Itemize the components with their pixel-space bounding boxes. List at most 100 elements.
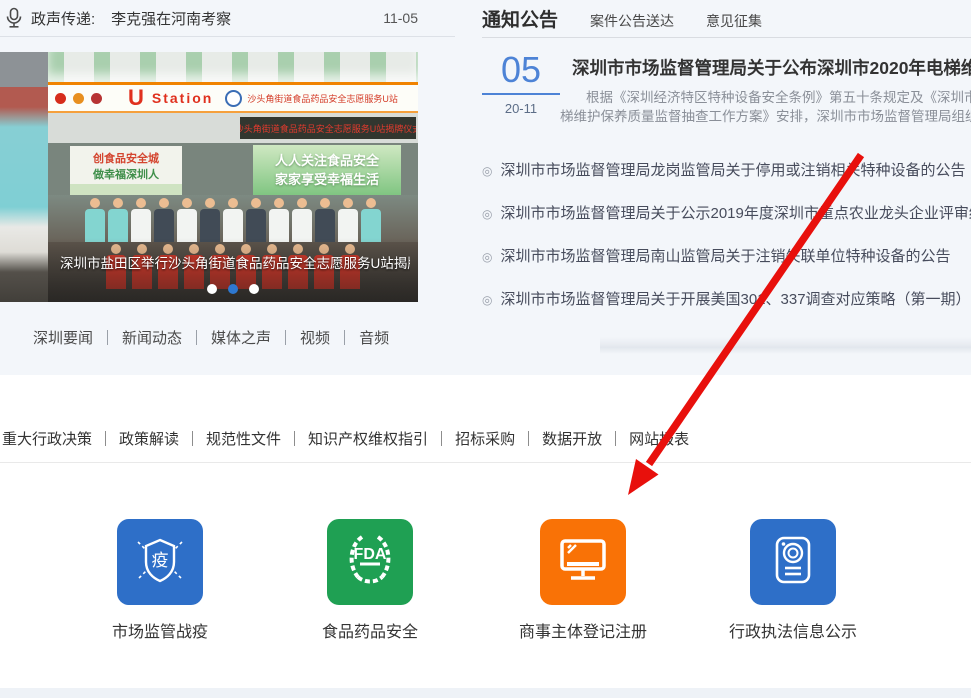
featured-date-underline — [482, 93, 560, 95]
link-separator — [528, 431, 529, 446]
service-label-registration[interactable]: 商事主体登记注册 — [473, 618, 693, 642]
microphone-icon — [5, 7, 23, 29]
service-label-food-drug[interactable]: 食品药品安全 — [260, 618, 480, 642]
notice-list-item[interactable]: ◎ 深圳市市场监督管理局关于开展美国301、337调查对应策略（第一期）专项培训 — [482, 290, 971, 333]
service-market-supervision-epidemic[interactable]: 疫 — [117, 519, 203, 605]
photo-wall: 沙头角街道食品药品安全志愿服务U站揭牌仪式 — [48, 113, 418, 143]
notice-link[interactable]: 深圳市市场监督管理局龙岗监管局关于停用或注销相关特种设备的公告 — [500, 161, 965, 180]
link-policy-interpretation[interactable]: 政策解读 — [119, 428, 179, 449]
signboard-subtitle: 沙头角街道食品药品安全志愿服务U站 — [247, 92, 398, 105]
badge-icon — [225, 90, 242, 107]
fda-wreath-icon: FDA — [342, 531, 398, 594]
notice-list: ◎ 深圳市市场监督管理局龙岗监管局关于停用或注销相关特种设备的公告 ◎ 深圳市市… — [482, 161, 971, 333]
ustation-text: Station — [152, 90, 213, 106]
news-tab-bar: 深圳要闻 新闻动态 媒体之声 视频 音频 — [33, 327, 389, 348]
service-label-epidemic[interactable]: 市场监管战疫 — [50, 618, 270, 642]
link-site-reports[interactable]: 网站报表 — [629, 428, 689, 449]
tab-news-updates[interactable]: 新闻动态 — [122, 327, 182, 348]
carousel-dots — [48, 284, 418, 294]
news-carousel[interactable]: U Station 沙头角街道食品药品安全志愿服务U站 沙头角街道食品药品安全志… — [0, 52, 418, 302]
bullet-icon: ◎ — [482, 290, 492, 310]
featured-notice-excerpt: 根据《深圳经济特区特种设备安全条例》第五十条规定及《深圳市市场监 梯维护保养质量… — [560, 88, 971, 126]
bullet-icon: ◎ — [482, 161, 492, 181]
excerpt-line2: 梯维护保养质量监督抽查工作方案》安排，深圳市市场监督管理局组织开展了 — [560, 107, 971, 126]
emblem-dot — [55, 93, 66, 104]
bullet-icon: ◎ — [482, 204, 492, 224]
link-open-data[interactable]: 数据开放 — [542, 428, 602, 449]
news-ticker: 政声传递: 李克强在河南考察 11-05 — [0, 0, 455, 37]
section-divider — [0, 462, 971, 463]
poster-right: 人人关注食品安全 家家享受幸福生活 — [253, 145, 401, 197]
tab-shenzhen-news[interactable]: 深圳要闻 — [33, 327, 93, 348]
poster-left-line2: 做幸福深圳人 — [70, 166, 182, 182]
notice-section-title: 通知公告 — [482, 5, 558, 32]
carousel-dot[interactable] — [207, 284, 217, 294]
notice-link[interactable]: 深圳市市场监督管理局关于公示2019年度深圳市重点农业龙头企业评审结果的公 — [500, 204, 971, 223]
link-separator — [105, 431, 106, 446]
ticker-headline-link[interactable]: 李克强在河南考察 — [111, 8, 231, 29]
link-major-decisions[interactable]: 重大行政决策 — [2, 428, 92, 449]
photo-storefront: 创食品安全城 做幸福深圳人 人人关注食品安全 家家享受幸福生活 — [48, 143, 418, 198]
notice-link[interactable]: 深圳市市场监督管理局关于开展美国301、337调查对应策略（第一期）专项培训 — [500, 290, 971, 309]
tab-case-announcements[interactable]: 案件公告送达 — [590, 11, 674, 31]
photo-signboard: U Station 沙头角街道食品药品安全志愿服务U站 — [48, 82, 418, 113]
link-separator — [192, 431, 193, 446]
featured-notice-date: 05 20-11 — [482, 50, 560, 116]
tab-separator — [344, 330, 345, 345]
led-banner: 沙头角街道食品药品安全志愿服务U站揭牌仪式 — [240, 117, 416, 139]
link-separator — [294, 431, 295, 446]
excerpt-line1: 根据《深圳经济特区特种设备安全条例》第五十条规定及《深圳市市场监 — [560, 88, 971, 107]
led-banner-text: 沙头角街道食品药品安全志愿服务U站揭牌仪式 — [240, 122, 416, 135]
ticker-date: 11-05 — [383, 10, 418, 26]
poster-left: 创食品安全城 做幸福深圳人 — [70, 146, 182, 196]
notice-list-item[interactable]: ◎ 深圳市市场监督管理局关于公示2019年度深圳市重点农业龙头企业评审结果的公 — [482, 204, 971, 247]
notice-link[interactable]: 深圳市市场监督管理局南山监管局关于注销失联单位特种设备的公告 — [500, 247, 950, 266]
featured-notice-day: 05 — [482, 50, 560, 90]
svg-text:FDA: FDA — [354, 546, 387, 563]
photo-building-top — [48, 52, 418, 82]
page: 政声传递: 李克强在河南考察 11-05 U Station 沙头角街道食品药品… — [0, 0, 971, 698]
service-business-registration[interactable] — [540, 519, 626, 605]
tab-opinion-solicitation[interactable]: 意见征集 — [706, 11, 762, 31]
ticker-label: 政声传递: — [31, 8, 95, 29]
service-food-drug-safety[interactable]: FDA — [327, 519, 413, 605]
notice-header: 通知公告 案件公告送达 意见征集 — [482, 5, 762, 32]
featured-notice-yearmonth: 20-11 — [482, 101, 560, 116]
carousel-dot[interactable] — [249, 284, 259, 294]
tab-separator — [196, 330, 197, 345]
emblem-dot — [91, 93, 102, 104]
service-law-enforcement-publicity[interactable] — [750, 519, 836, 605]
notice-header-divider — [482, 37, 971, 38]
policy-link-bar: 重大行政决策 政策解读 规范性文件 知识产权维权指引 招标采购 数据开放 网站报… — [2, 428, 689, 449]
tab-media-voice[interactable]: 媒体之声 — [211, 327, 271, 348]
featured-notice-title[interactable]: 深圳市市场监督管理局关于公布深圳市2020年电梯维护保养 — [572, 55, 971, 80]
link-separator — [441, 431, 442, 446]
notice-list-item[interactable]: ◎ 深圳市市场监督管理局南山监管局关于注销失联单位特种设备的公告 — [482, 247, 971, 290]
service-label-enforcement[interactable]: 行政执法信息公示 — [683, 618, 903, 642]
link-normative-documents[interactable]: 规范性文件 — [206, 428, 281, 449]
emblem-dot — [73, 93, 84, 104]
recorder-icon — [772, 534, 814, 591]
notice-list-item[interactable]: ◎ 深圳市市场监督管理局龙岗监管局关于停用或注销相关特种设备的公告 — [482, 161, 971, 204]
link-bidding-procurement[interactable]: 招标采购 — [455, 428, 515, 449]
carousel-caption[interactable]: 深圳市盐田区举行沙头角街道食品药品安全志愿服务U站揭牌仪式 — [60, 252, 410, 272]
bullet-icon: ◎ — [482, 247, 492, 267]
monitor-icon — [557, 537, 609, 588]
tab-separator — [107, 330, 108, 345]
link-ip-rights-guide[interactable]: 知识产权维权指引 — [308, 428, 428, 449]
svg-text:疫: 疫 — [152, 551, 169, 570]
tab-video[interactable]: 视频 — [300, 327, 330, 348]
poster-right-line2: 家家享受幸福生活 — [253, 170, 401, 189]
carousel-dot-active[interactable] — [228, 284, 238, 294]
shield-epidemic-icon: 疫 — [134, 532, 186, 593]
tab-separator — [285, 330, 286, 345]
bridge-watermark — [600, 337, 971, 354]
link-separator — [615, 431, 616, 446]
tab-audio[interactable]: 音频 — [359, 327, 389, 348]
bottom-strip — [0, 688, 971, 698]
poster-right-line1: 人人关注食品安全 — [253, 151, 401, 170]
ustation-u-logo: U — [128, 88, 144, 108]
top-section: 政声传递: 李克强在河南考察 11-05 U Station 沙头角街道食品药品… — [0, 0, 971, 375]
carousel-previous-slide-edge — [0, 52, 48, 302]
carousel-current-slide[interactable]: U Station 沙头角街道食品药品安全志愿服务U站 沙头角街道食品药品安全志… — [48, 52, 418, 302]
